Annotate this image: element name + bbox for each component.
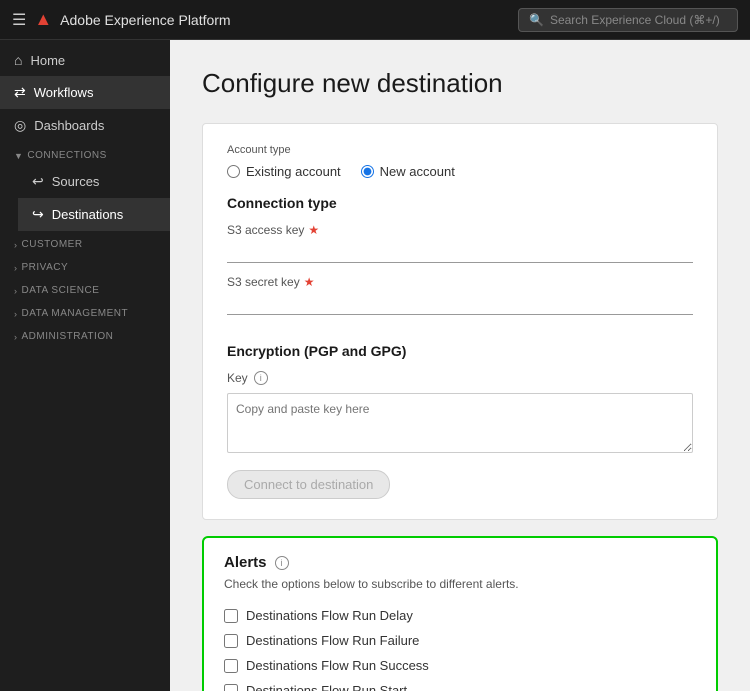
sidebar-item-home[interactable]: ⌂ Home <box>0 44 170 76</box>
sidebar-section-customer[interactable]: › CUSTOMER <box>0 231 170 254</box>
sidebar-label-dashboards: Dashboards <box>34 118 104 133</box>
s3-access-key-label-row: S3 access key ★ <box>227 223 693 237</box>
s3-secret-key-input[interactable] <box>227 291 693 315</box>
existing-account-radio[interactable] <box>227 165 240 178</box>
chevron-right-icon4: › <box>14 309 18 319</box>
sidebar-section-data-management[interactable]: › DATA MANAGEMENT <box>0 300 170 323</box>
alert-option-flow-run-success[interactable]: Destinations Flow Run Success <box>224 653 696 678</box>
workflows-icon: ⇄ <box>14 84 26 101</box>
alerts-section: Alerts i Check the options below to subs… <box>202 536 718 691</box>
sidebar-item-destinations[interactable]: ↪ Destinations <box>18 198 170 231</box>
new-account-label: New account <box>380 164 455 179</box>
key-textarea[interactable] <box>227 393 693 453</box>
search-input[interactable] <box>550 13 727 27</box>
data-science-label: DATA SCIENCE <box>22 285 100 296</box>
form-section: Account type Existing account New accoun… <box>202 123 718 520</box>
key-label-row: Key i <box>227 371 693 385</box>
hamburger-icon[interactable]: ☰ <box>12 10 26 30</box>
alert-label-flow-run-success: Destinations Flow Run Success <box>246 658 429 673</box>
alert-label-flow-run-start: Destinations Flow Run Start <box>246 683 407 691</box>
alert-label-flow-run-failure: Destinations Flow Run Failure <box>246 633 419 648</box>
main-content: Configure new destination Account type E… <box>170 40 750 691</box>
sidebar-item-workflows[interactable]: ⇄ Workflows <box>0 76 170 109</box>
new-account-option[interactable]: New account <box>361 164 455 179</box>
search-icon: 🔍 <box>529 13 544 27</box>
alert-checkbox-flow-run-delay[interactable] <box>224 609 238 623</box>
alert-option-flow-run-delay[interactable]: Destinations Flow Run Delay <box>224 603 696 628</box>
s3-secret-key-label-row: S3 secret key ★ <box>227 275 693 289</box>
sidebar: ⌂ Home ⇄ Workflows ◎ Dashboards ▼ CONNEC… <box>0 40 170 691</box>
chevron-right-icon2: › <box>14 263 18 273</box>
sidebar-label-home: Home <box>30 53 65 68</box>
s3-access-key-required: ★ <box>308 223 319 237</box>
connections-subitems: ↩ Sources ↪ Destinations <box>0 165 170 231</box>
destinations-icon: ↪ <box>32 206 44 223</box>
alert-option-flow-run-failure[interactable]: Destinations Flow Run Failure <box>224 628 696 653</box>
alerts-info-icon[interactable]: i <box>275 556 289 570</box>
sidebar-section-connections[interactable]: ▼ CONNECTIONS <box>0 142 170 165</box>
alert-checkbox-flow-run-failure[interactable] <box>224 634 238 648</box>
administration-label: ADMINISTRATION <box>22 331 114 342</box>
connections-label: CONNECTIONS <box>27 150 106 161</box>
layout: ⌂ Home ⇄ Workflows ◎ Dashboards ▼ CONNEC… <box>0 40 750 691</box>
adobe-logo: ▲ <box>34 9 52 30</box>
chevron-right-icon5: › <box>14 332 18 342</box>
account-type-section: Account type Existing account New accoun… <box>227 144 693 179</box>
sidebar-section-data-science[interactable]: › DATA SCIENCE <box>0 277 170 300</box>
topbar: ☰ ▲ Adobe Experience Platform 🔍 <box>0 0 750 40</box>
account-type-label: Account type <box>227 144 693 156</box>
sidebar-section-administration[interactable]: › ADMINISTRATION <box>0 323 170 346</box>
s3-access-key-field: S3 access key ★ <box>227 223 693 275</box>
s3-access-key-label: S3 access key <box>227 223 304 237</box>
alert-option-flow-run-start[interactable]: Destinations Flow Run Start <box>224 678 696 691</box>
s3-secret-key-label: S3 secret key <box>227 275 300 289</box>
topbar-search[interactable]: 🔍 <box>518 8 738 32</box>
page-title: Configure new destination <box>202 68 718 99</box>
s3-secret-key-field: S3 secret key ★ <box>227 275 693 327</box>
sources-icon: ↩ <box>32 173 44 190</box>
customer-label: CUSTOMER <box>22 239 83 250</box>
app-name: Adobe Experience Platform <box>60 12 230 28</box>
chevron-right-icon3: › <box>14 286 18 296</box>
encryption-section: Encryption (PGP and GPG) Key i <box>227 343 693 458</box>
sidebar-label-destinations: Destinations <box>52 207 124 222</box>
connection-type-title: Connection type <box>227 195 693 211</box>
key-label: Key <box>227 371 248 385</box>
existing-account-option[interactable]: Existing account <box>227 164 341 179</box>
alert-label-flow-run-delay: Destinations Flow Run Delay <box>246 608 413 623</box>
alert-checkbox-flow-run-success[interactable] <box>224 659 238 673</box>
dashboards-icon: ◎ <box>14 117 26 134</box>
s3-access-key-input[interactable] <box>227 239 693 263</box>
sidebar-section-privacy[interactable]: › PRIVACY <box>0 254 170 277</box>
new-account-radio[interactable] <box>361 165 374 178</box>
existing-account-label: Existing account <box>246 164 341 179</box>
connection-type-section: Connection type S3 access key ★ S3 secre… <box>227 195 693 327</box>
alerts-description: Check the options below to subscribe to … <box>224 577 696 591</box>
data-management-label: DATA MANAGEMENT <box>22 308 129 319</box>
key-info-icon[interactable]: i <box>254 371 268 385</box>
alerts-title: Alerts <box>224 554 267 571</box>
account-type-radio-group: Existing account New account <box>227 164 693 179</box>
alert-checkbox-flow-run-start[interactable] <box>224 684 238 691</box>
sidebar-item-sources[interactable]: ↩ Sources <box>18 165 170 198</box>
s3-secret-key-required: ★ <box>304 275 315 289</box>
sidebar-item-dashboards[interactable]: ◎ Dashboards <box>0 109 170 142</box>
sidebar-label-sources: Sources <box>52 174 100 189</box>
sidebar-label-workflows: Workflows <box>34 85 94 100</box>
alerts-title-row: Alerts i <box>224 554 696 571</box>
privacy-label: PRIVACY <box>22 262 69 273</box>
topbar-left: ☰ ▲ Adobe Experience Platform <box>12 9 231 30</box>
chevron-right-icon: › <box>14 240 18 250</box>
encryption-title: Encryption (PGP and GPG) <box>227 343 693 359</box>
connect-to-destination-button[interactable]: Connect to destination <box>227 470 390 499</box>
chevron-down-icon: ▼ <box>14 151 23 161</box>
home-icon: ⌂ <box>14 52 22 68</box>
